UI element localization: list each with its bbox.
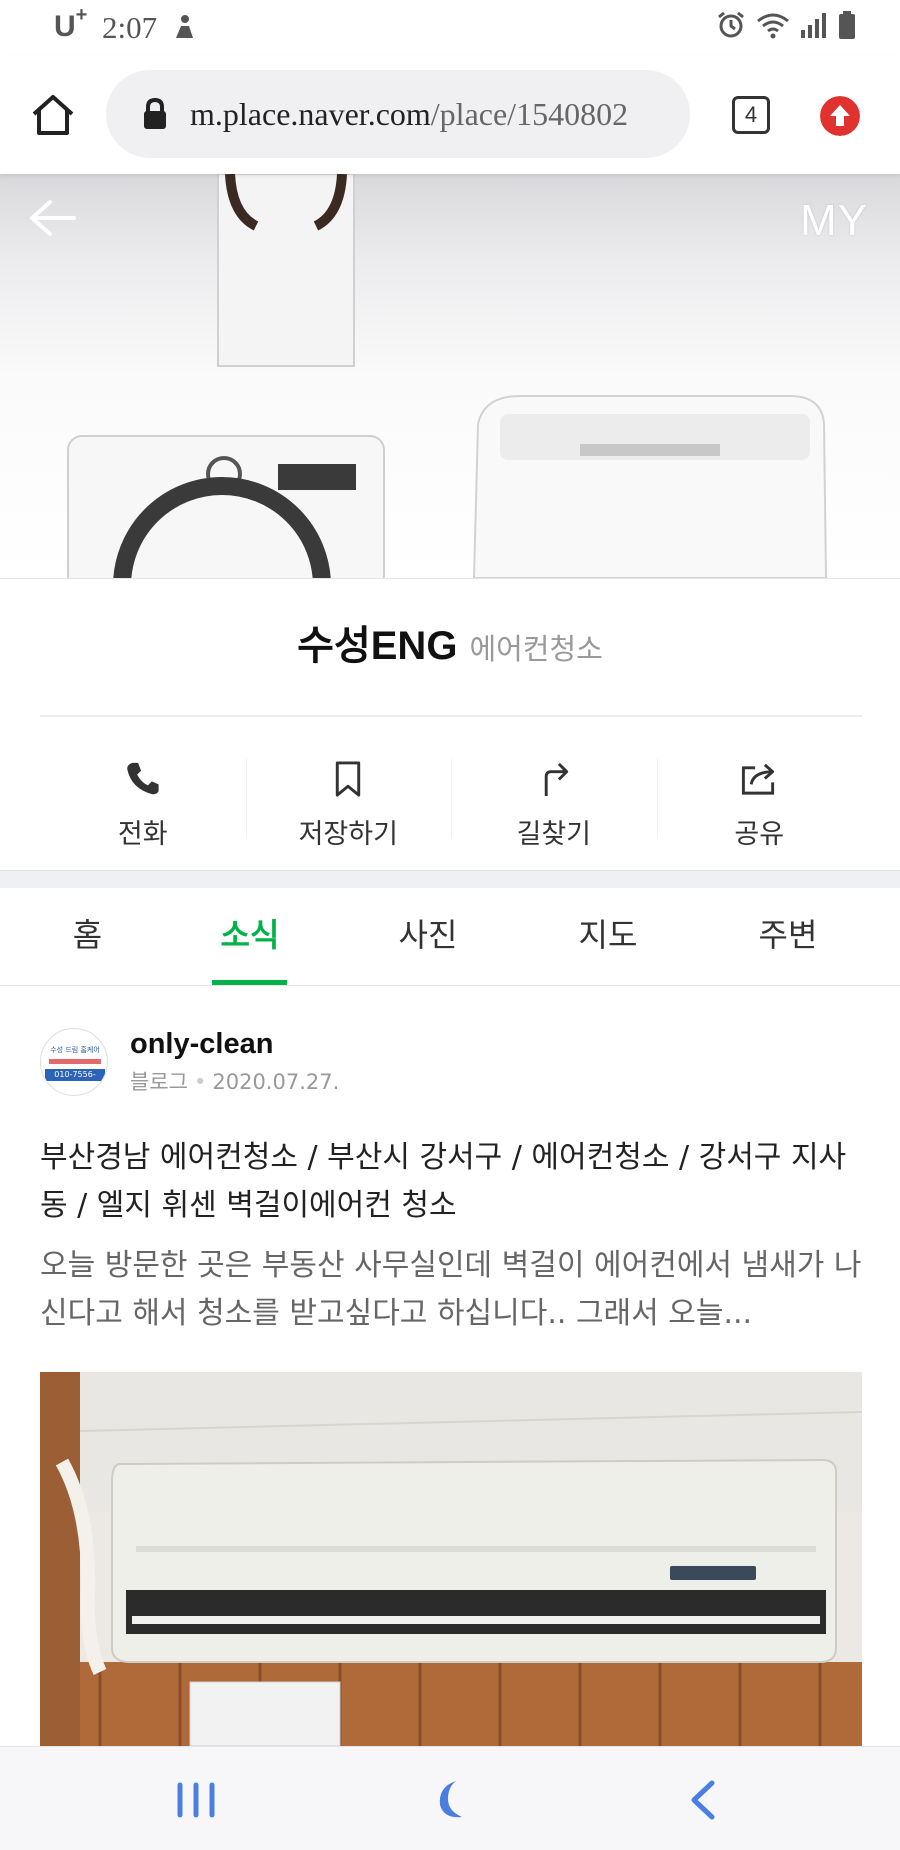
system-nav-bar (0, 1746, 900, 1850)
air-conditioner-photo (40, 1372, 862, 1746)
post-excerpt[interactable]: 오늘 방문한 곳은 부동산 사무실인데 벽걸이 에어컨에서 냄새가 나신다고 해… (40, 1242, 870, 1338)
call-button[interactable]: 전화 (40, 731, 246, 851)
avatar[interactable]: 수성 드림 홈케어 010-7556-4878 (40, 1028, 108, 1096)
share-button[interactable]: 공유 (656, 731, 863, 851)
browser-toolbar: m.place.naver.com/place/1540802 4 (0, 56, 900, 174)
post-source: 블로그 (130, 1070, 188, 1094)
tab-switcher-button[interactable]: 4 (732, 96, 770, 134)
back-nav-icon[interactable] (678, 1777, 728, 1823)
post-date: 2020.07.27. (212, 1070, 340, 1094)
tab-news[interactable]: 소식 (200, 888, 300, 986)
avatar-brand-text: 수성 드림 홈케어 (50, 1046, 100, 1054)
battery-icon (839, 11, 855, 39)
notification-icon (176, 15, 193, 38)
tab-photos[interactable]: 사진 (378, 888, 478, 986)
my-button[interactable]: MY (800, 196, 868, 246)
home-moon-icon[interactable] (426, 1777, 476, 1823)
section-separator (0, 870, 900, 888)
place-title: 수성ENG 에어컨청소 (0, 613, 900, 671)
update-icon[interactable] (820, 96, 860, 136)
save-label: 저장하기 (298, 819, 398, 850)
divider (40, 715, 862, 717)
share-label: 공유 (734, 819, 785, 850)
post-title[interactable]: 부산경남 에어컨청소 / 부산시 강서구 / 에어컨청소 / 강서구 지사동 /… (40, 1134, 870, 1230)
tab-home[interactable]: 홈 (40, 888, 135, 986)
directions-label: 길찾기 (516, 819, 592, 850)
directions-button[interactable]: 길찾기 (451, 731, 657, 851)
share-icon (742, 763, 775, 795)
phone-icon (127, 762, 159, 795)
address-bar[interactable]: m.place.naver.com/place/1540802 (106, 70, 690, 158)
home-icon[interactable] (30, 92, 76, 138)
wifi-icon (757, 13, 789, 39)
place-tabs: 홈 소식 사진 지도 주변 (0, 888, 900, 986)
place-name: 수성ENG (297, 624, 458, 668)
carrier-label: U+ (54, 4, 88, 43)
signal-icon (801, 13, 826, 38)
post-header[interactable]: 수성 드림 홈케어 010-7556-4878 only-clean 블로그 • 2… (40, 1028, 860, 1098)
status-bar: U+ 2:07 (0, 0, 900, 56)
back-arrow-icon[interactable] (28, 198, 78, 238)
post-meta: 블로그 • 2020.07.27. (130, 1070, 340, 1094)
bookmark-icon (336, 761, 361, 797)
directions-icon (544, 762, 568, 797)
place-hero-image[interactable]: MY (0, 174, 900, 578)
post-image[interactable] (40, 1372, 862, 1746)
url-text: m.place.naver.com/place/1540802 (190, 95, 629, 132)
lock-icon (144, 98, 166, 129)
place-summary: 수성ENG 에어컨청소 전화 저장하기 길찾기 공유 (0, 578, 900, 870)
place-category: 에어컨청소 (469, 632, 603, 666)
tab-nearby[interactable]: 주변 (738, 888, 838, 986)
post-author[interactable]: only-clean (130, 1028, 273, 1061)
call-label: 전화 (117, 819, 168, 850)
appliance-photo (67, 174, 828, 578)
action-bar: 전화 저장하기 길찾기 공유 (40, 731, 862, 851)
active-tab-indicator (212, 980, 287, 985)
save-button[interactable]: 저장하기 (245, 731, 452, 851)
avatar-phone-text: 010-7556-4878 (45, 1069, 105, 1091)
tab-map[interactable]: 지도 (558, 888, 658, 986)
alarm-icon (718, 11, 744, 38)
avatar-stripe (49, 1059, 101, 1064)
status-time: 2:07 (102, 10, 158, 45)
recent-apps-icon[interactable] (172, 1777, 222, 1823)
